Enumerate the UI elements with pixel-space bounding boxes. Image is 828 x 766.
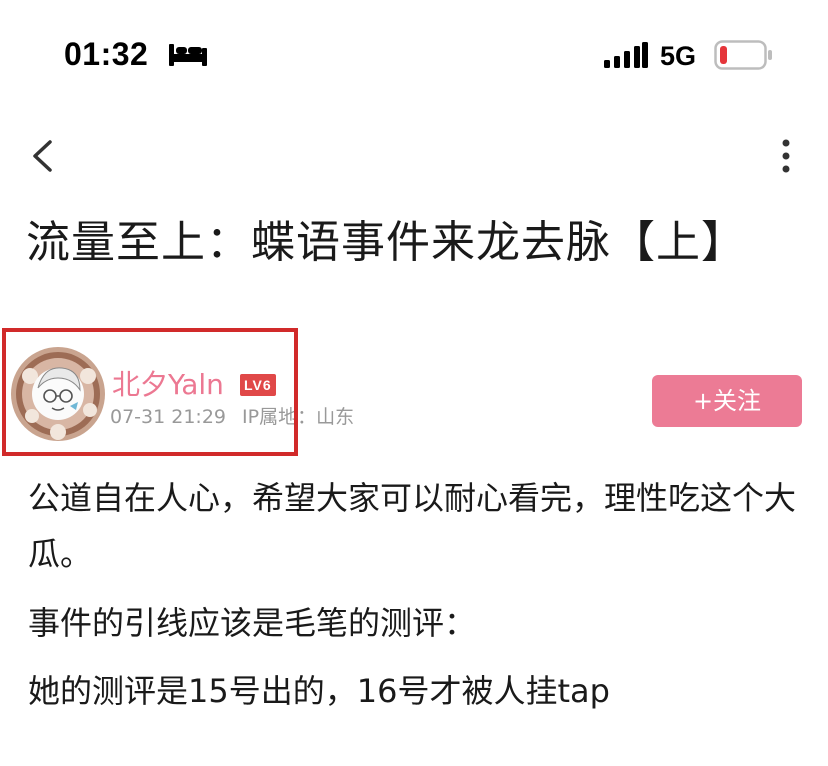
more-options-button[interactable]	[772, 136, 800, 176]
body-paragraph: 她的测评是15号出的，16号才被人挂tap	[28, 672, 610, 710]
author-highlight-box	[2, 328, 298, 456]
body-paragraph: 事件的引线应该是毛笔的测评：	[28, 604, 477, 642]
status-time: 01:32	[64, 36, 149, 72]
follow-button[interactable]: +关注	[652, 375, 802, 427]
back-button[interactable]	[24, 136, 60, 176]
body-paragraph: 公道自在人心，希望大家可以耐心看完，理性吃这个大瓜。	[28, 479, 797, 573]
network-type-label: 5G	[660, 41, 697, 71]
post-title: 流量至上：蝶语事件来龙去脉【上】	[26, 217, 746, 268]
bed-icon	[169, 44, 207, 66]
back-chevron-icon	[33, 140, 52, 172]
more-vertical-icon	[782, 139, 790, 173]
signal-icon	[604, 42, 648, 68]
battery-low-icon	[714, 40, 772, 70]
